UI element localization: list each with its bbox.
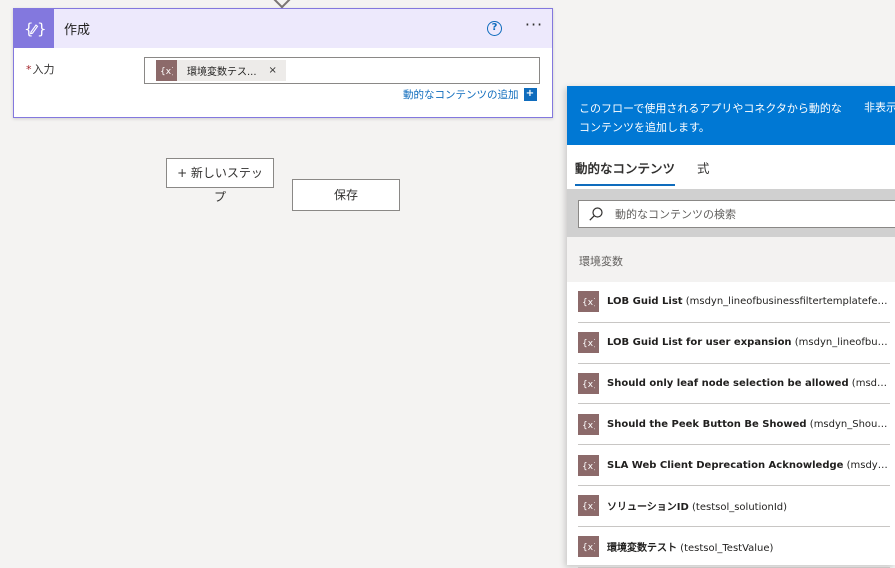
item-name: LOB Guid List for user expansion <box>607 337 792 349</box>
item-detail: (testsol_solutionId) <box>688 502 788 514</box>
group-header-environment-variables[interactable]: 環境変数 <box>567 237 895 282</box>
item-name: Should only leaf node selection be allow… <box>607 377 849 389</box>
compose-action-card[interactable]: { } 作成 ? ··· *入力 {x} 環境変数テス... × 動的なコンテン… <box>13 8 553 118</box>
search-icon <box>589 207 603 221</box>
add-dynamic-content-label[interactable]: 動的なコンテンツの追加 <box>403 87 519 102</box>
svg-text:{x}: {x} <box>582 462 595 471</box>
list-item[interactable]: {x} LOB Guid List for user expansion (ms… <box>578 323 890 364</box>
svg-text:{x}: {x} <box>582 502 595 511</box>
item-detail: (msdyn_lineofbusiness... <box>794 337 889 349</box>
variable-icon: {x} <box>578 332 599 354</box>
variable-icon: {x} <box>578 536 599 558</box>
add-icon[interactable]: + <box>523 88 537 101</box>
remove-token-icon[interactable]: × <box>269 65 277 76</box>
variable-icon: {x} <box>156 60 177 81</box>
list-item[interactable]: {x} ソリューションID (testsol_solutionId) <box>578 486 890 527</box>
more-options-icon[interactable]: ··· <box>522 17 546 38</box>
svg-text:{x}: {x} <box>582 421 595 430</box>
variable-icon: {x} <box>578 413 599 435</box>
item-name: ソリューションID <box>607 502 689 514</box>
input-field[interactable]: {x} 環境変数テス... × <box>144 57 540 84</box>
item-name: SLA Web Client Deprecation Acknowledge <box>607 459 844 471</box>
list-item-label: Should the Peek Button Be Showed (msdyn_… <box>607 419 889 430</box>
token-label: 環境変数テス... <box>187 67 257 78</box>
svg-text:{x}: {x} <box>582 543 595 552</box>
help-icon[interactable]: ? <box>487 21 502 36</box>
list-item[interactable]: {x} Should the Peek Button Be Showed (ms… <box>578 404 890 446</box>
svg-text:{x}: {x} <box>582 298 595 307</box>
new-step-button-overflow[interactable]: プ <box>214 188 226 205</box>
input-label-text: 入力 <box>32 63 55 76</box>
search-box[interactable] <box>578 200 895 228</box>
list-item[interactable]: {x} SLA Web Client Deprecation Acknowled… <box>578 445 890 486</box>
search-area <box>567 189 895 237</box>
banner-text: このフローで使用されるアプリやコネクタから動的なコンテンツを追加します。 <box>579 102 842 134</box>
add-dynamic-content-link[interactable]: 動的なコンテンツの追加 + <box>403 87 537 102</box>
panel-tabs: 動的なコンテンツ 式 <box>567 145 895 189</box>
variable-icon: {x} <box>578 372 599 394</box>
item-name: Should the Peek Button Be Showed <box>607 418 807 430</box>
list-item[interactable]: {x} Should only leaf node selection be a… <box>578 364 890 405</box>
hide-panel-button[interactable]: 非表示 <box>864 99 895 115</box>
tab-dynamic-content[interactable]: 動的なコンテンツ <box>575 158 676 186</box>
list-item-label: SLA Web Client Deprecation Acknowledge (… <box>607 460 889 471</box>
list-item[interactable]: {x} LOB Guid List (msdyn_lineofbusinessf… <box>578 282 890 323</box>
required-marker: * <box>26 63 32 76</box>
item-detail: (testsol_TestValue) <box>677 543 774 555</box>
variable-icon: {x} <box>578 454 599 476</box>
svg-text:{x}: {x} <box>160 67 173 76</box>
list-item-label: LOB Guid List (msdyn_lineofbusinessfilte… <box>607 296 889 307</box>
dynamic-content-panel: このフローで使用されるアプリやコネクタから動的なコンテンツを追加します。 非表示… <box>567 86 895 568</box>
list-item-label: ソリューションID (testsol_solutionId) <box>607 498 787 513</box>
svg-text:}: } <box>37 20 45 38</box>
new-step-button[interactable]: + 新しいステッ <box>166 158 274 188</box>
item-detail: (msdyn_lineofbusinessfiltertemplatefeatu… <box>682 296 889 308</box>
svg-text:{x}: {x} <box>582 339 595 348</box>
list-item-label: Should only leaf node selection be allow… <box>607 378 889 389</box>
item-detail: (msdyn_SLA... <box>846 459 889 471</box>
panel-banner: このフローで使用されるアプリやコネクタから動的なコンテンツを追加します。 非表示 <box>567 86 895 145</box>
save-button[interactable]: 保存 <box>292 179 400 211</box>
dynamic-content-list: {x} LOB Guid List (msdyn_lineofbusinessf… <box>567 282 895 568</box>
variable-icon: {x} <box>578 495 599 517</box>
variable-icon: {x} <box>578 291 599 313</box>
list-item-label: LOB Guid List for user expansion (msdyn_… <box>607 337 889 348</box>
svg-text:{x}: {x} <box>582 380 595 389</box>
search-input[interactable] <box>613 206 883 222</box>
list-item[interactable]: {x} 環境変数テスト (testsol_TestValue) <box>578 527 890 568</box>
item-detail: (msdyn_ShouldSho... <box>809 418 889 430</box>
card-title[interactable]: 作成 <box>64 19 90 38</box>
list-item-label: 環境変数テスト (testsol_TestValue) <box>607 539 773 554</box>
tab-expression[interactable]: 式 <box>697 158 710 184</box>
compose-icon: { } <box>14 9 54 48</box>
input-field-label: *入力 <box>26 61 55 77</box>
dynamic-content-token[interactable]: {x} 環境変数テス... × <box>156 60 286 81</box>
item-detail: (msdyn_Allo... <box>851 377 889 389</box>
svg-text:{: { <box>24 20 34 38</box>
item-name: LOB Guid List <box>607 296 683 308</box>
card-header[interactable]: { } 作成 ? ··· <box>14 9 552 48</box>
item-name: 環境変数テスト <box>607 543 677 555</box>
